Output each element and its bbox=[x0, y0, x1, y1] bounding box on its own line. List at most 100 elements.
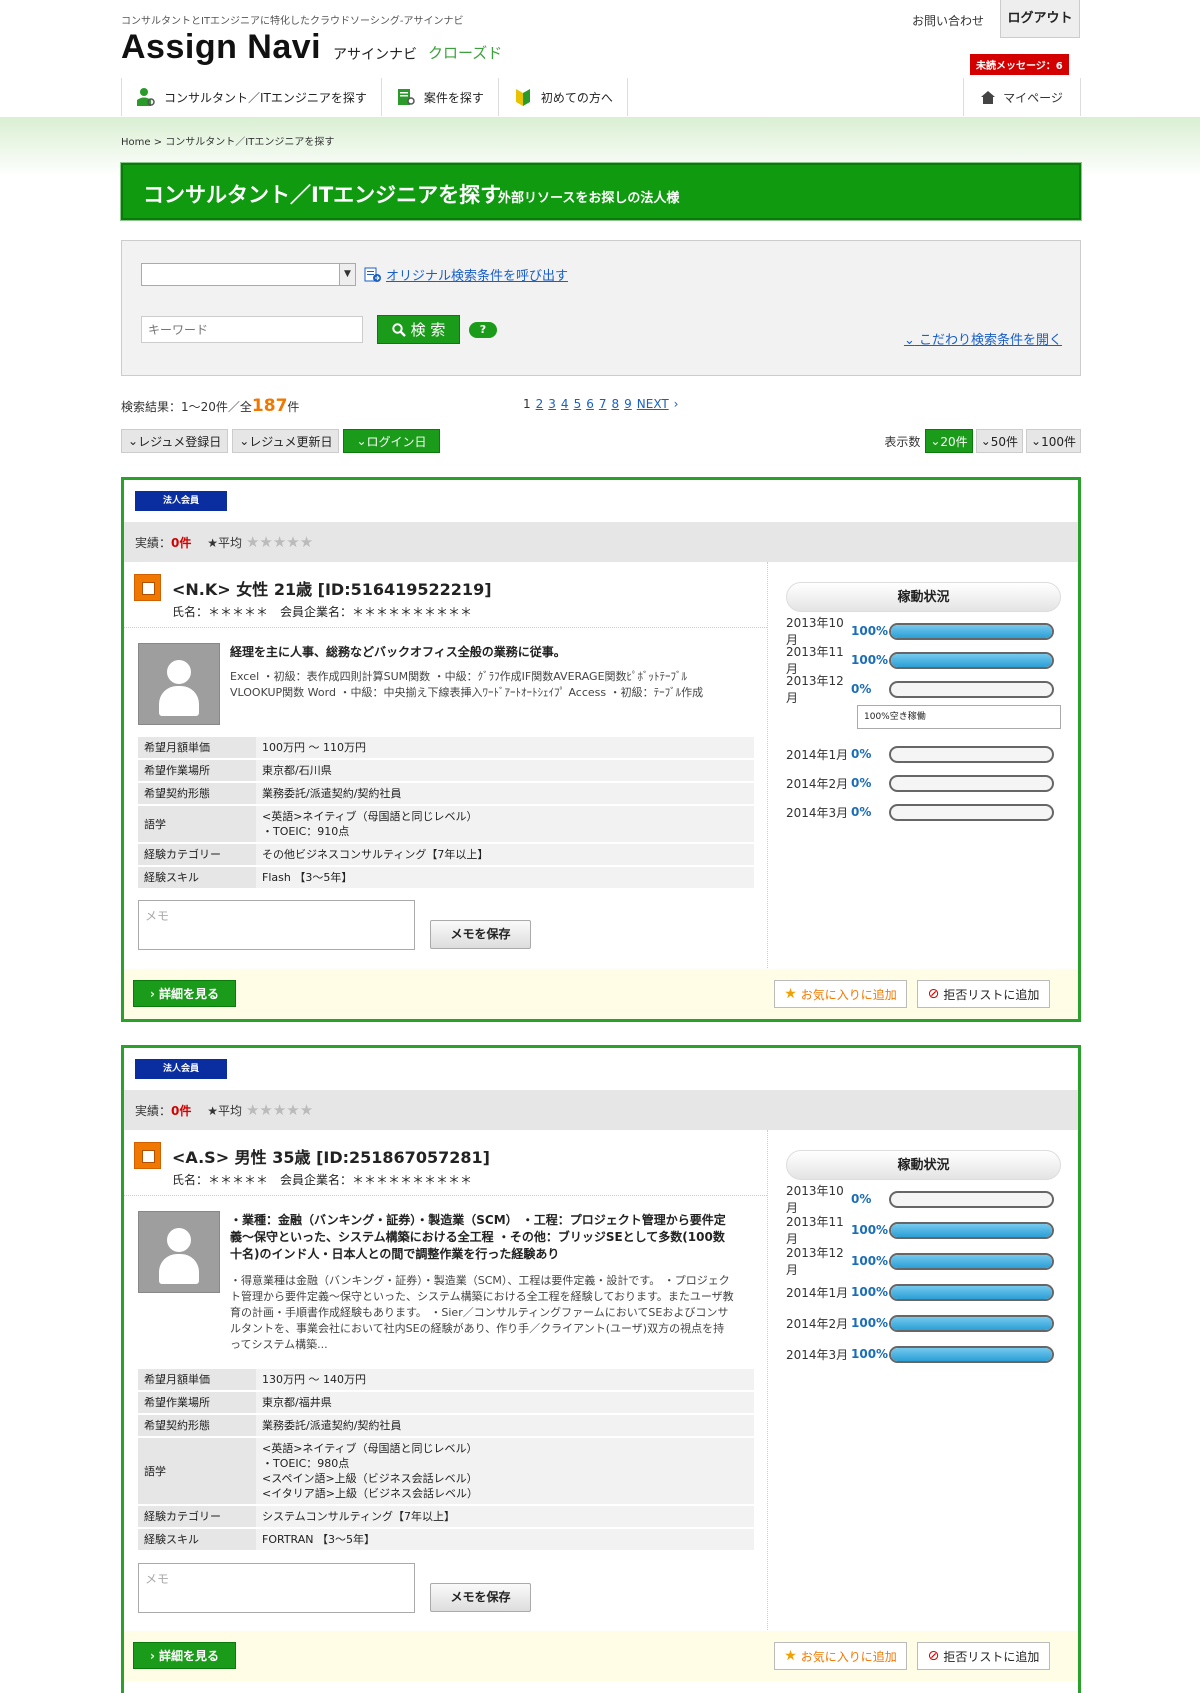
row-value: 130万円 ～ 140万円 bbox=[256, 1369, 754, 1392]
search-help-button[interactable]: ? bbox=[469, 322, 497, 338]
operation-row: 2013年10月 0% bbox=[786, 1184, 1076, 1215]
per-page-50[interactable]: ⌄ 50件 bbox=[975, 429, 1024, 453]
save-memo-button[interactable]: メモを保存 bbox=[430, 920, 531, 949]
op-bar bbox=[889, 774, 1054, 792]
page-link[interactable]: 5 bbox=[574, 397, 582, 411]
breadcrumb[interactable]: Home > コンサルタント／ITエンジニアを探す bbox=[121, 133, 334, 148]
row-value: <英語>ネイティブ（母国語と同じレベル） ・TOEIC：980点 <スペイン語>… bbox=[256, 1437, 754, 1506]
person-search-icon bbox=[137, 88, 155, 106]
search-button[interactable]: 検 索 bbox=[377, 315, 460, 344]
home-icon bbox=[981, 90, 996, 104]
memo-field[interactable]: メモ bbox=[138, 1563, 415, 1613]
nav-find-projects[interactable]: 案件を探す bbox=[380, 78, 498, 116]
page-link[interactable]: 2 bbox=[536, 397, 544, 411]
op-percent: 100% bbox=[851, 1254, 889, 1268]
prohibit-icon: ⊘ bbox=[927, 1648, 940, 1664]
column-divider bbox=[767, 1130, 768, 1640]
prohibit-icon: ⊘ bbox=[927, 986, 940, 1002]
per-page-20[interactable]: ⌄ 20件 bbox=[925, 429, 973, 453]
add-blocklist-button[interactable]: ⊘ 拒否リストに追加 bbox=[917, 980, 1050, 1008]
candidate-card: 法人会員 実績：0件 ★平均 ★★★★★ <N.K> 女性 21歳 [ID:516… bbox=[121, 477, 1081, 1022]
per-page-option: 20件 bbox=[940, 434, 968, 449]
op-month: 2013年10月 bbox=[786, 1184, 844, 1215]
saved-conditions-select[interactable]: ▼ bbox=[141, 263, 356, 286]
chevron-right-icon[interactable]: › bbox=[674, 397, 679, 411]
op-bar bbox=[889, 745, 1054, 763]
mypage-link[interactable]: マイページ bbox=[963, 78, 1081, 116]
next-page-link[interactable]: NEXT bbox=[637, 397, 669, 411]
view-detail-button[interactable]: › 詳細を見る bbox=[133, 980, 236, 1007]
nav-find-consultant[interactable]: コンサルタント／ITエンジニアを探す bbox=[121, 78, 381, 116]
result-count: 検索結果：1～20件／全187件 bbox=[121, 396, 299, 416]
add-favorite-button[interactable]: ★ お気に入りに追加 bbox=[774, 980, 907, 1008]
per-page-100[interactable]: ⌄ 100件 bbox=[1026, 429, 1081, 453]
table-row: 経験カテゴリー その他ビジネスコンサルティング【7年以上】 bbox=[138, 843, 754, 867]
table-row: 経験スキル Flash 【3～5年】 bbox=[138, 866, 754, 890]
op-percent: 0% bbox=[851, 776, 872, 790]
sort-resume-updated[interactable]: ⌄ レジュメ更新日 bbox=[232, 429, 340, 453]
page-link[interactable]: 7 bbox=[599, 397, 607, 411]
nav-beginners[interactable]: 初めての方へ bbox=[497, 78, 628, 116]
site-logo[interactable]: Assign Navi bbox=[121, 28, 321, 67]
add-blocklist-label: 拒否リストに追加 bbox=[943, 987, 1040, 1002]
add-blocklist-button[interactable]: ⊘ 拒否リストに追加 bbox=[917, 1642, 1050, 1670]
op-bar bbox=[889, 1221, 1054, 1239]
add-favorite-button[interactable]: ★ お気に入りに追加 bbox=[774, 1642, 907, 1670]
view-detail-button[interactable]: › 詳細を見る bbox=[133, 1642, 236, 1669]
average-label: ★平均 bbox=[207, 1104, 242, 1118]
keyword-input[interactable] bbox=[141, 316, 363, 343]
page-link[interactable]: 3 bbox=[548, 397, 556, 411]
contact-link[interactable]: お問い合わせ bbox=[912, 12, 984, 29]
table-row: 語学 <英語>ネイティブ（母国語と同じレベル） ・TOEIC：980点 <スペイン… bbox=[138, 1437, 754, 1506]
row-header: 経験カテゴリー bbox=[138, 1505, 256, 1529]
load-saved-search-link[interactable]: オリジナル検索条件を呼び出す bbox=[364, 265, 568, 284]
unread-messages-badge[interactable]: 未読メッセージ：6 bbox=[970, 54, 1069, 75]
operation-row: 2014年2月 0% bbox=[786, 773, 1076, 793]
row-header: 希望作業場所 bbox=[138, 759, 256, 783]
chevron-down-icon: ▼ bbox=[339, 264, 355, 285]
page-link[interactable]: 8 bbox=[611, 397, 619, 411]
table-row: 希望契約形態 業務委託/派遣契約/契約社員 bbox=[138, 1414, 754, 1438]
op-bar bbox=[889, 622, 1054, 640]
star-plus-icon: ★ bbox=[784, 1648, 797, 1664]
avatar bbox=[138, 1211, 220, 1293]
candidate-summary: ・業種：金融（バンキング・証券）・製造業（SCM） ・工程：プロジェクト管理から… bbox=[230, 1213, 726, 1261]
page-title: コンサルタント／ITエンジニアを探す bbox=[143, 183, 502, 207]
op-month: 2014年3月 bbox=[786, 1347, 849, 1362]
row-header: 経験カテゴリー bbox=[138, 843, 256, 867]
row-header: 希望月額単価 bbox=[138, 737, 256, 760]
result-suffix: 件 bbox=[287, 400, 300, 414]
chevron-right-icon: › bbox=[150, 1648, 155, 1663]
row-value: Flash 【3～5年】 bbox=[256, 866, 754, 890]
sort-resume-registered[interactable]: ⌄ レジュメ登録日 bbox=[121, 429, 229, 453]
mypage-label: マイページ bbox=[1003, 90, 1063, 105]
advanced-search-link[interactable]: ⌄ こだわり検索条件を開く bbox=[904, 329, 1062, 348]
page-link[interactable]: 6 bbox=[586, 397, 594, 411]
op-month: 2013年12月 bbox=[786, 674, 844, 705]
candidate-name[interactable]: <N.K> 女性 21歳 [ID:516419522219] bbox=[172, 576, 492, 600]
page-link[interactable]: 9 bbox=[624, 397, 632, 411]
candidate-summary: 経理を主に人事、総務などバックオフィス全般の業務に従事。 bbox=[230, 645, 566, 659]
record-label: 実績： bbox=[135, 536, 172, 550]
table-row: 希望契約形態 業務委託/派遣契約/契約社員 bbox=[138, 782, 754, 806]
candidate-info-table: 希望月額単価 100万円 ～ 110万円 希望作業場所 東京都/石川県 希望契約形態… bbox=[138, 737, 754, 890]
candidate-name[interactable]: <A.S> 男性 35歳 [ID:251867057281] bbox=[172, 1144, 490, 1168]
page-link[interactable]: 4 bbox=[561, 397, 569, 411]
logo-closed-label: クローズド bbox=[428, 44, 503, 62]
chevron-down-icon: ⌄ bbox=[239, 434, 250, 448]
per-page-option: 50件 bbox=[990, 434, 1019, 449]
operation-tooltip: 100%空き稼働 bbox=[857, 705, 1061, 729]
logout-button[interactable]: ログアウト bbox=[1000, 0, 1080, 38]
sort-login-date[interactable]: ⌄ ログイン日 bbox=[343, 429, 440, 453]
main-nav: コンサルタント／ITエンジニアを探す 案件を探す 初めての方へ bbox=[121, 78, 628, 116]
advanced-search-label: こだわり検索条件を開く bbox=[918, 333, 1062, 348]
candidate-checkbox[interactable] bbox=[134, 574, 161, 601]
op-percent: 0% bbox=[851, 1192, 872, 1206]
save-memo-button[interactable]: メモを保存 bbox=[430, 1583, 531, 1612]
op-month: 2014年2月 bbox=[786, 1316, 849, 1331]
avatar bbox=[138, 643, 220, 725]
candidate-checkbox[interactable] bbox=[134, 1142, 161, 1169]
memo-field[interactable]: メモ bbox=[138, 900, 415, 950]
record-label: 実績： bbox=[135, 1104, 172, 1118]
divider bbox=[124, 1195, 767, 1196]
